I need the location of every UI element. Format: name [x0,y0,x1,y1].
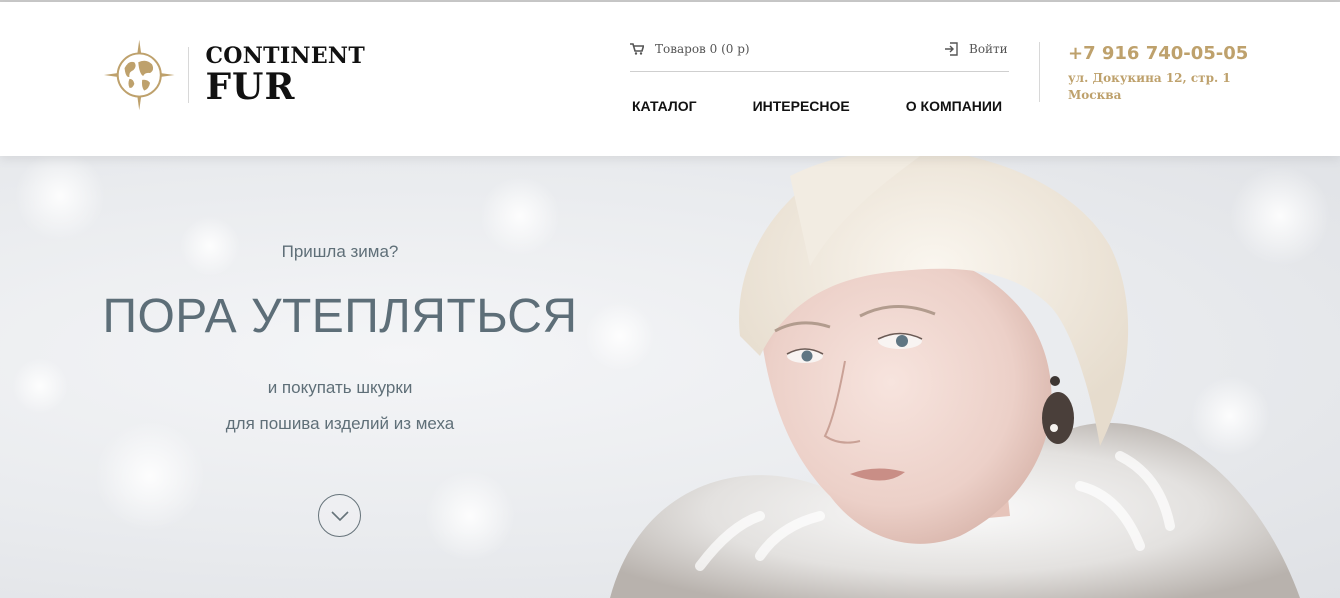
site-header: CONTINENT FUR Товаров 0 (0 р) Войти КАТА… [0,2,1340,156]
chevron-down-icon [330,510,349,521]
hero-kicker: Пришла зима? [281,242,399,261]
logo-line2: FUR [205,66,296,108]
globe-compass-icon [103,39,175,111]
address-city: Москва [1068,88,1122,102]
cart-link[interactable]: Товаров 0 (0 р) [630,42,750,56]
hero-banner: Пришла зима? ПОРА УТЕПЛЯТЬСЯ и покупать … [0,156,1340,598]
cart-icon [630,43,644,55]
login-icon [945,42,958,56]
login-link[interactable]: Войти [944,42,1008,56]
hero-title: ПОРА УТЕПЛЯТЬСЯ [102,290,578,343]
hero-image [12,156,1330,598]
address: ул. Докукина 12, стр. 1 Москва [1068,70,1231,104]
logo[interactable]: CONTINENT FUR [103,37,365,113]
nav-item-interesting[interactable]: ИНТЕРЕСНОЕ [753,98,850,114]
logo-divider [187,47,189,103]
address-street: ул. Докукина 12, стр. 1 [1068,71,1231,85]
nav-item-catalog[interactable]: КАТАЛОГ [632,98,697,114]
logo-line1: CONTINENT [205,43,365,69]
hero-subtitle-line2: для пошива изделий из меха [225,414,455,433]
phone-link[interactable]: +7 916 740-05-05 [1068,43,1248,64]
cart-label: Товаров 0 (0 р) [655,42,750,56]
hero-subtitle-line1: и покупать шкурки [267,378,413,397]
header-divider [630,71,1009,72]
nav-item-about[interactable]: О КОМПАНИИ [906,98,1002,114]
logo-wordmark: CONTINENT FUR [205,45,365,105]
scroll-down-button[interactable] [318,494,361,537]
main-nav: КАТАЛОГ ИНТЕРЕСНОЕ О КОМПАНИИ [632,98,1002,114]
login-label: Войти [969,42,1008,56]
contact-divider [1039,42,1040,102]
